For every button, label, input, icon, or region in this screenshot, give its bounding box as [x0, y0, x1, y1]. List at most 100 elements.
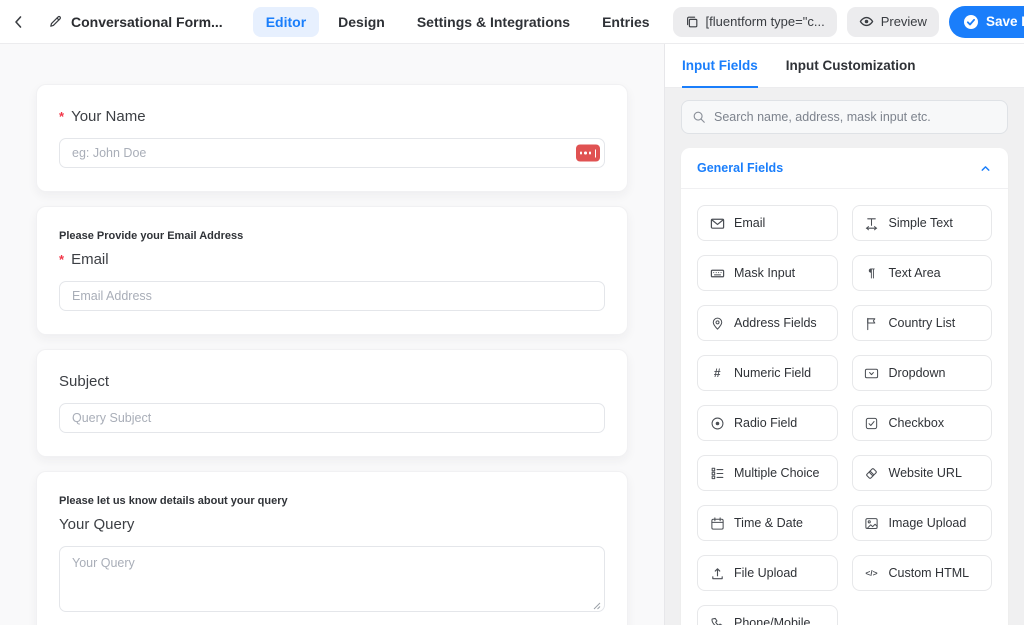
field-type-button-time-date[interactable]: Time & Date: [697, 505, 838, 541]
envelope-icon: [709, 216, 725, 231]
field-type-button-custom-html[interactable]: </> Custom HTML: [852, 555, 993, 591]
form-field-card-email[interactable]: Please Provide your Email Address * Emai…: [36, 206, 628, 335]
field-helper-text: Please Provide your Email Address: [59, 230, 605, 242]
tab-entries[interactable]: Entries: [589, 7, 662, 37]
field-label: Your Query: [59, 516, 134, 533]
list-choice-icon: [709, 466, 725, 481]
sidebar-tab-label: Input Customization: [786, 58, 916, 73]
field-type-button-address-fields[interactable]: Address Fields: [697, 305, 838, 341]
field-type-label: Dropdown: [889, 366, 946, 380]
sidebar-tabs: Input Fields Input Customization: [665, 44, 1024, 88]
field-label: Your Name: [71, 108, 146, 125]
field-type-button-mask-input[interactable]: Mask Input: [697, 255, 838, 291]
pilcrow-icon: ¶: [864, 266, 880, 280]
phone-icon: [709, 616, 725, 625]
field-type-button-image-upload[interactable]: Image Upload: [852, 505, 993, 541]
field-type-button-numeric-field[interactable]: #Numeric Field: [697, 355, 838, 391]
field-type-label: Text Area: [889, 266, 941, 280]
field-type-button-file-upload[interactable]: File Upload: [697, 555, 838, 591]
preview-button[interactable]: Preview: [847, 7, 939, 37]
sidebar-tab-input-fields[interactable]: Input Fields: [682, 44, 758, 87]
field-type-button-phone-mobile[interactable]: Phone/Mobile: [697, 605, 838, 625]
field-buttons-grid: Email Simple Text Mask Input ¶ Text Area Addr…: [681, 189, 1008, 625]
form-field-card-query[interactable]: Please let us know details about your qu…: [36, 471, 628, 625]
tab-design[interactable]: Design: [325, 7, 398, 37]
check-circle-icon: [963, 14, 979, 30]
form-canvas: * Your Name Please Provide your Email Ad…: [0, 44, 664, 625]
code-icon: </>: [864, 568, 880, 578]
field-helper-text: Please let us know details about your qu…: [59, 495, 605, 507]
form-field-card-subject[interactable]: Subject: [36, 349, 628, 457]
shortcode-button[interactable]: [fluentform type="c...: [673, 7, 837, 37]
name-input[interactable]: [59, 138, 605, 168]
field-type-label: Checkbox: [889, 416, 945, 430]
field-search: [681, 100, 1008, 134]
field-type-label: Country List: [889, 316, 956, 330]
image-icon: [864, 516, 880, 531]
topbar: Conversational Form... Editor Design Setti…: [0, 0, 1024, 44]
map-pin-icon: [709, 316, 725, 331]
field-type-button-radio-field[interactable]: Radio Field: [697, 405, 838, 441]
save-form-label: Save Form: [986, 14, 1024, 29]
tab-label: Entries: [602, 14, 649, 30]
field-type-label: Website URL: [889, 466, 962, 480]
search-input[interactable]: [681, 100, 1008, 134]
back-button[interactable]: [6, 9, 32, 35]
text-width-icon: [864, 216, 880, 231]
edit-pencil-icon: [48, 14, 63, 29]
query-textarea[interactable]: [59, 546, 605, 612]
radio-icon: [709, 416, 725, 431]
tab-label: Settings & Integrations: [417, 14, 570, 30]
sidebar-tab-input-customization[interactable]: Input Customization: [786, 44, 916, 87]
field-type-button-email[interactable]: Email: [697, 205, 838, 241]
field-type-label: Mask Input: [734, 266, 795, 280]
email-input[interactable]: [59, 281, 605, 311]
field-type-button-checkbox[interactable]: Checkbox: [852, 405, 993, 441]
top-tabs: Editor Design Settings & Integrations Entri…: [253, 7, 663, 37]
field-type-button-multiple-choice[interactable]: Multiple Choice: [697, 455, 838, 491]
field-type-button-dropdown[interactable]: Dropdown: [852, 355, 993, 391]
field-type-label: Email: [734, 216, 765, 230]
keyboard-icon: [709, 266, 725, 281]
page-title: Conversational Form...: [71, 14, 223, 30]
field-type-label: Address Fields: [734, 316, 817, 330]
copy-icon: [685, 15, 699, 29]
field-type-label: Phone/Mobile: [734, 616, 810, 625]
required-asterisk: *: [59, 109, 64, 124]
field-type-button-website-url[interactable]: Website URL: [852, 455, 993, 491]
tab-settings-integrations[interactable]: Settings & Integrations: [404, 7, 583, 37]
chevron-up-icon: [979, 162, 992, 175]
shortcode-label: [fluentform type="c...: [706, 14, 825, 29]
field-type-label: Radio Field: [734, 416, 797, 430]
form-title-wrap[interactable]: Conversational Form...: [32, 14, 239, 30]
tab-label: Editor: [266, 14, 306, 30]
field-type-label: Custom HTML: [889, 566, 970, 580]
general-fields-panel: General Fields Email Simple Text Mask Inpu…: [681, 148, 1008, 625]
eye-icon: [859, 14, 874, 29]
field-type-label: File Upload: [734, 566, 797, 580]
save-form-button[interactable]: Save Form: [949, 6, 1024, 38]
subject-input[interactable]: [59, 403, 605, 433]
field-type-button-text-area[interactable]: ¶ Text Area: [852, 255, 993, 291]
general-fields-header[interactable]: General Fields: [681, 148, 1008, 189]
calendar-icon: [709, 516, 725, 531]
link-icon: [864, 466, 880, 481]
checkbox-icon: [864, 416, 880, 431]
search-icon: [692, 110, 706, 124]
field-label: Subject: [59, 373, 109, 390]
form-field-card-name[interactable]: * Your Name: [36, 84, 628, 192]
field-type-button-simple-text[interactable]: Simple Text: [852, 205, 993, 241]
field-type-button-country-list[interactable]: Country List: [852, 305, 993, 341]
tab-label: Design: [338, 14, 385, 30]
tab-editor[interactable]: Editor: [253, 7, 319, 37]
field-type-label: Time & Date: [734, 516, 803, 530]
field-type-label: Simple Text: [889, 216, 953, 230]
chevron-left-icon: [11, 14, 27, 30]
preview-label: Preview: [881, 14, 927, 29]
field-type-label: Image Upload: [889, 516, 967, 530]
input-cursor-badge[interactable]: [576, 145, 600, 162]
field-type-label: Numeric Field: [734, 366, 811, 380]
sidebar-tab-label: Input Fields: [682, 58, 758, 73]
section-title: General Fields: [697, 161, 783, 175]
required-asterisk: *: [59, 252, 64, 267]
